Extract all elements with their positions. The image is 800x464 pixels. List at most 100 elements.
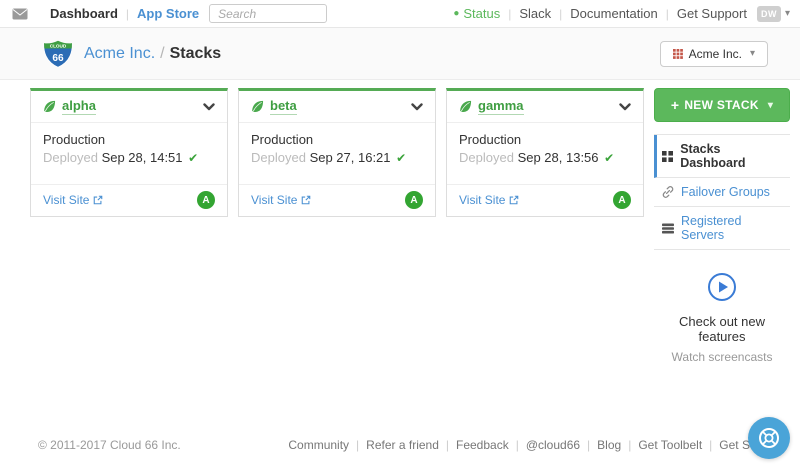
envelope-icon[interactable]: [12, 8, 28, 20]
status-dot-icon: ●: [453, 8, 459, 19]
play-icon[interactable]: [707, 272, 737, 302]
deployed-date: Sep 27, 16:21: [310, 150, 391, 165]
promo-subtitle[interactable]: Watch screencasts: [654, 350, 790, 364]
footer-link-feedback[interactable]: Feedback: [456, 438, 509, 452]
external-link-icon: [301, 195, 311, 205]
stack-environment: Production: [251, 132, 423, 147]
check-icon: ✔: [396, 151, 406, 165]
stack-status-badge: A: [197, 191, 215, 209]
footer-link-get-toolbelt[interactable]: Get Toolbelt: [638, 438, 702, 452]
search-input[interactable]: [209, 4, 327, 23]
stack-card-body: Production Deployed Sep 27, 16:21 ✔: [239, 123, 435, 184]
stack-environment: Production: [43, 132, 215, 147]
stack-card-header: alpha: [31, 91, 227, 123]
footer-link-cloud66-twitter[interactable]: @cloud66: [526, 438, 580, 452]
stack-name-link[interactable]: alpha: [62, 98, 96, 115]
stack-card-body: Production Deployed Sep 28, 14:51 ✔: [31, 123, 227, 184]
footer-links: Community | Refer a friend | Feedback | …: [288, 438, 784, 452]
leaf-icon: [459, 100, 472, 113]
stack-environment: Production: [459, 132, 631, 147]
features-promo: Check out new features Watch screencasts: [654, 272, 790, 364]
stack-card-alpha: alpha Production Deployed Sep 28, 14:51 …: [30, 88, 228, 217]
stack-card-beta: beta Production Deployed Sep 27, 16:21 ✔…: [238, 88, 436, 217]
stacks-list: alpha Production Deployed Sep 28, 14:51 …: [30, 88, 644, 364]
sidebar-item-stacks-dashboard[interactable]: Stacks Dashboard: [654, 135, 790, 178]
stack-card-body: Production Deployed Sep 28, 13:56 ✔: [447, 123, 643, 184]
org-button-label: Acme Inc.: [689, 47, 742, 61]
page-header: CLOUD 66 Acme Inc. / Stacks Acme Inc. ▾: [0, 28, 800, 80]
deployed-date: Sep 28, 14:51: [102, 150, 183, 165]
grid-icon: [662, 151, 673, 162]
nav-separator: |: [559, 7, 562, 21]
chevron-down-icon[interactable]: [203, 103, 215, 111]
deployed-date: Sep 28, 13:56: [518, 150, 599, 165]
lifebuoy-icon: [757, 426, 781, 450]
cloud66-logo-icon[interactable]: CLOUD 66: [42, 40, 74, 68]
main-content: alpha Production Deployed Sep 28, 14:51 …: [0, 80, 800, 364]
stack-card-gamma: gamma Production Deployed Sep 28, 13:56 …: [446, 88, 644, 217]
org-selector-button[interactable]: Acme Inc. ▾: [660, 41, 768, 67]
nav-documentation[interactable]: Documentation: [570, 6, 657, 21]
footer-link-blog[interactable]: Blog: [597, 438, 621, 452]
new-stack-label: NEW STACK: [684, 98, 758, 112]
leaf-icon: [43, 100, 56, 113]
new-stack-button[interactable]: + NEW STACK ▾: [654, 88, 790, 122]
sidebar-item-label: Registered Servers: [681, 214, 782, 242]
stack-name-link[interactable]: beta: [270, 98, 297, 115]
chevron-down-icon[interactable]: [411, 103, 423, 111]
footer-separator: |: [587, 438, 590, 452]
footer-link-refer-a-friend[interactable]: Refer a friend: [366, 438, 439, 452]
stack-card-footer: Visit Site A: [239, 184, 435, 216]
org-icon: [673, 49, 683, 59]
caret-down-icon[interactable]: ▾: [785, 8, 790, 19]
breadcrumb-org-link[interactable]: Acme Inc.: [84, 45, 155, 63]
visit-site-link[interactable]: Visit Site: [459, 193, 519, 207]
user-avatar-badge[interactable]: DW: [757, 6, 781, 22]
stack-card-footer: Visit Site A: [31, 184, 227, 216]
caret-down-icon: ▾: [768, 100, 773, 111]
stack-status-badge: A: [613, 191, 631, 209]
stack-status-badge: A: [405, 191, 423, 209]
visit-site-link[interactable]: Visit Site: [251, 193, 311, 207]
stack-name-link[interactable]: gamma: [478, 98, 524, 115]
nav-dashboard[interactable]: Dashboard: [50, 6, 118, 21]
visit-site-link[interactable]: Visit Site: [43, 193, 103, 207]
svg-text:66: 66: [52, 53, 64, 64]
nav-get-support[interactable]: Get Support: [677, 6, 747, 21]
nav-app-store[interactable]: App Store: [137, 6, 199, 21]
stack-card-header: beta: [239, 91, 435, 123]
external-link-icon: [93, 195, 103, 205]
check-icon: ✔: [604, 151, 614, 165]
sidebar-item-label: Stacks Dashboard: [680, 142, 782, 170]
sidebar-item-failover-groups[interactable]: Failover Groups: [654, 178, 790, 207]
breadcrumb-separator: /: [160, 45, 164, 63]
nav-status[interactable]: Status: [463, 6, 500, 21]
footer: © 2011-2017 Cloud 66 Inc. Community | Re…: [0, 426, 800, 464]
plus-icon: +: [671, 97, 679, 113]
svg-text:CLOUD: CLOUD: [50, 43, 67, 48]
nav-slack[interactable]: Slack: [519, 6, 551, 21]
help-chat-widget[interactable]: [748, 417, 790, 459]
sidebar-item-registered-servers[interactable]: Registered Servers: [654, 207, 790, 250]
chevron-down-icon[interactable]: [619, 103, 631, 111]
promo-title: Check out new features: [654, 314, 790, 344]
stack-deploy-info: Deployed Sep 27, 16:21 ✔: [251, 150, 423, 165]
visit-site-label: Visit Site: [459, 193, 505, 207]
visit-site-label: Visit Site: [251, 193, 297, 207]
footer-separator: |: [446, 438, 449, 452]
footer-separator: |: [356, 438, 359, 452]
link-icon: [662, 186, 674, 198]
deployed-label: Deployed: [43, 150, 98, 165]
footer-link-community[interactable]: Community: [288, 438, 349, 452]
footer-separator: |: [628, 438, 631, 452]
nav-separator: |: [666, 7, 669, 21]
copyright: © 2011-2017 Cloud 66 Inc.: [38, 438, 181, 452]
deployed-label: Deployed: [459, 150, 514, 165]
deployed-label: Deployed: [251, 150, 306, 165]
stack-card-footer: Visit Site A: [447, 184, 643, 216]
page-title: Stacks: [170, 45, 222, 63]
sidebar: + NEW STACK ▾ Stacks Dashboard Failover …: [654, 88, 790, 364]
topbar-right: ● Status | Slack | Documentation | Get S…: [453, 6, 790, 22]
caret-down-icon: ▾: [750, 48, 755, 59]
nav-separator: |: [508, 7, 511, 21]
